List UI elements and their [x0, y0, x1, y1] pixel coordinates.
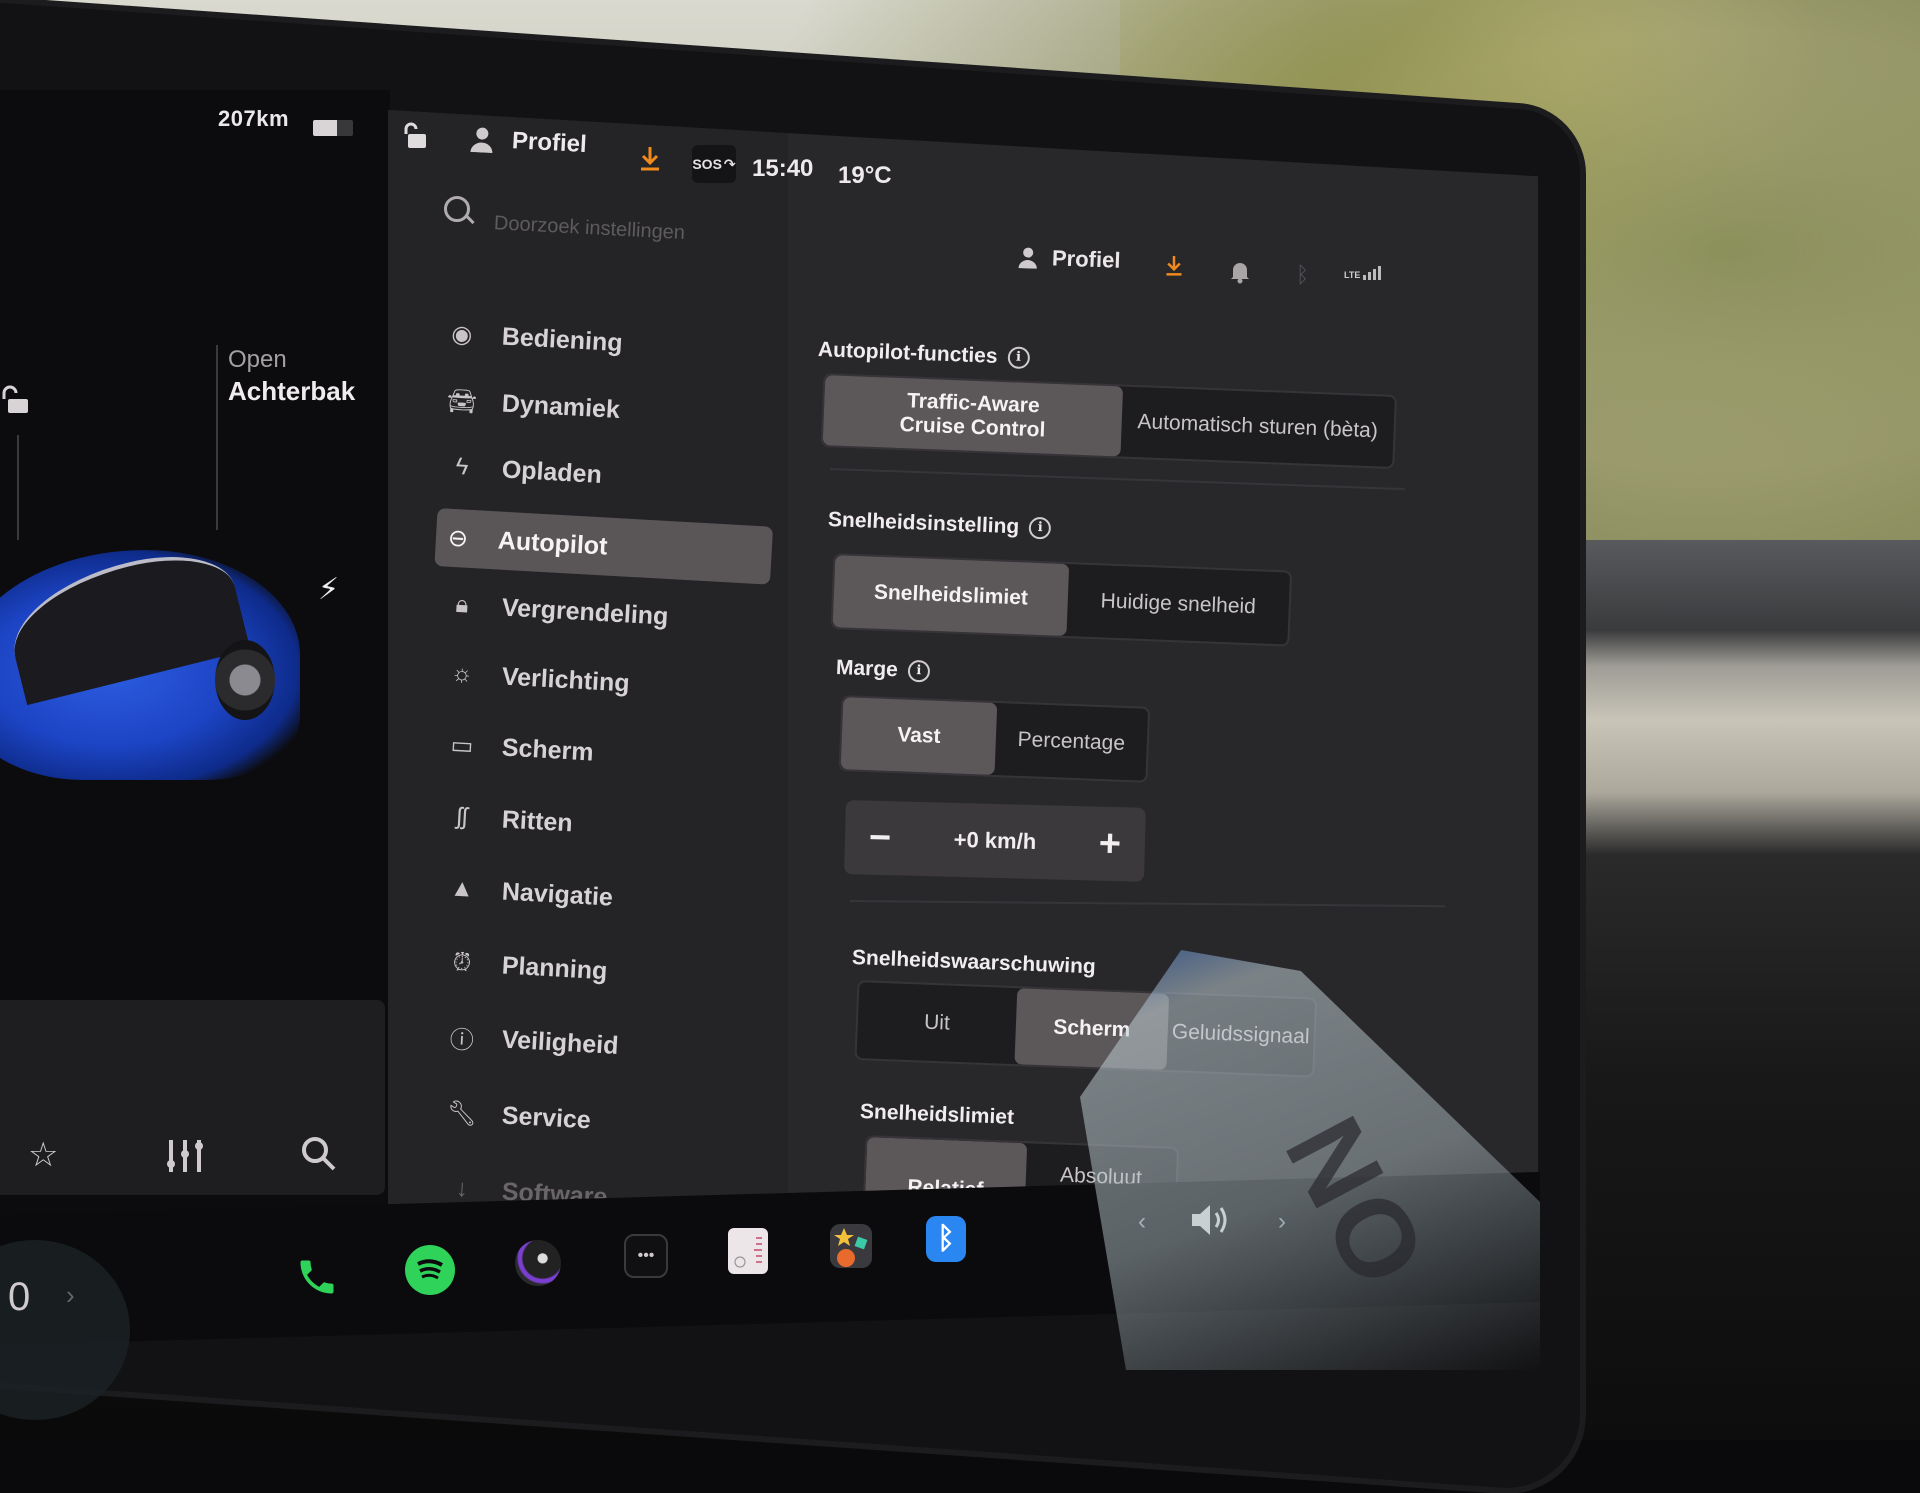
settings-profile-button[interactable]: Profiel	[1018, 244, 1121, 274]
sidebar-item-label: Service	[501, 1100, 592, 1134]
search-icon[interactable]	[444, 196, 470, 222]
option-traffic-aware-cruise-control[interactable]: Traffic-Aware Cruise Control	[822, 375, 1124, 457]
bluetooth-app-icon[interactable]: ᛒ	[926, 1216, 966, 1262]
display-icon: ▭	[449, 731, 475, 760]
volume-icon[interactable]	[1188, 1200, 1234, 1240]
software-update-download-icon[interactable]	[638, 145, 662, 173]
route-icon: ʃʃ	[455, 802, 469, 831]
phone-icon[interactable]	[295, 1255, 339, 1299]
sidebar-item-label: Dynamiek	[501, 388, 621, 424]
info-icon[interactable]: i	[1028, 517, 1052, 541]
clock: 15:40	[752, 155, 814, 182]
star-icon[interactable]: ☆	[28, 1135, 58, 1175]
margin-stepper: − +0 km/h +	[844, 800, 1146, 882]
sidebar-item-label: Verlichting	[501, 661, 631, 698]
sidebar-item-label: Autopilot	[497, 525, 609, 561]
settings-profile-label: Profiel	[1051, 245, 1121, 273]
bluetooth-icon[interactable]: ᛒ	[1296, 262, 1309, 288]
equalizer-icon[interactable]	[165, 1138, 205, 1174]
odometer-value: 0	[8, 1275, 31, 1319]
sidebar-item-label: Vergrendeling	[501, 592, 670, 631]
toggle-icon: ◉	[450, 320, 474, 349]
lightning-icon: ϟ	[454, 452, 470, 481]
option-fixed[interactable]: Vast	[840, 697, 998, 775]
car-wheel	[215, 640, 275, 720]
wrench-icon: 🔧︎	[446, 1098, 478, 1128]
lte-label: LTE	[1344, 270, 1361, 280]
option-percentage[interactable]: Percentage	[995, 703, 1149, 781]
car-icon: 🚘︎	[446, 386, 478, 416]
margin-type-selector: Vast Percentage	[838, 695, 1151, 783]
profile-icon	[470, 127, 493, 154]
phone-curve-icon: ↷	[723, 155, 736, 172]
trunk-name-label: Achterbak	[228, 376, 356, 406]
outside-temperature: 19°C	[838, 162, 892, 189]
margin-value: +0 km/h	[953, 826, 1037, 855]
frunk-unlock-icon[interactable]	[0, 385, 30, 415]
info-icon[interactable]: i	[907, 660, 931, 684]
more-dots-icon: •••	[637, 1247, 655, 1264]
sidebar-item-label: Veiligheid	[501, 1024, 620, 1060]
section-title-text: Marge	[835, 656, 899, 682]
sidebar-item-label: Bediening	[501, 321, 624, 357]
trunk-line	[216, 345, 218, 530]
charge-port-lightning-icon[interactable]: ⚡	[318, 572, 339, 607]
download-icon: ↓	[455, 1174, 469, 1203]
toybox-icon[interactable]	[830, 1224, 872, 1268]
spotify-icon[interactable]	[405, 1245, 455, 1295]
option-speed-limit[interactable]: Snelheidslimiet	[832, 555, 1070, 637]
sos-label: SOS	[692, 156, 722, 172]
touchscreen: 207km Open Achterbak ⚡ ☆ Profiel SOS ↷ 1…	[0, 0, 1920, 1440]
sos-button[interactable]: SOS ↷	[692, 145, 736, 183]
alert-circle-icon: ⓘ	[449, 1026, 475, 1055]
option-chime[interactable]: Geluidssignaal	[1166, 994, 1315, 1076]
decrement-button[interactable]: −	[844, 816, 915, 861]
media-search-icon[interactable]	[300, 1135, 338, 1173]
profile-label: Profiel	[511, 127, 588, 159]
range-readout: 207km	[218, 106, 290, 131]
lte-signal-icon: LTE	[1344, 266, 1382, 280]
calendar-icon[interactable]	[728, 1228, 768, 1274]
option-autosteer-beta[interactable]: Automatisch sturen (bèta)	[1120, 387, 1394, 467]
sun-icon: ☼	[450, 659, 474, 688]
option-display[interactable]: Scherm	[1014, 988, 1170, 1070]
lock-icon: 🔒︎	[454, 590, 470, 619]
sidebar-item-label: Ritten	[501, 804, 574, 837]
navigation-arrow-icon: ▲	[449, 874, 475, 903]
sidebar-item-label: Opladen	[501, 454, 603, 489]
info-icon[interactable]: i	[1007, 346, 1030, 370]
download-icon[interactable]	[1164, 254, 1184, 278]
sidebar-item-label: Navigatie	[501, 876, 614, 912]
chevron-right-icon[interactable]: ›	[66, 1280, 75, 1311]
option-current-speed[interactable]: Huidige snelheid	[1066, 564, 1290, 644]
steering-wheel-icon: ⊖	[447, 524, 469, 553]
sidebar-item-label: Planning	[501, 950, 609, 985]
alarm-clock-icon: ⏰︎	[451, 948, 473, 977]
volume-down-chevron[interactable]: ‹	[1138, 1208, 1146, 1236]
open-trunk-button[interactable]: Open Achterbak	[228, 346, 355, 407]
sidebar-item-label: Scherm	[501, 732, 595, 767]
camera-icon[interactable]	[515, 1240, 561, 1286]
profile-icon	[1018, 247, 1037, 269]
frunk-line	[17, 435, 19, 540]
bell-icon[interactable]	[1230, 260, 1250, 284]
margin-title: Marge i	[836, 656, 931, 684]
lock-open-icon[interactable]	[402, 122, 428, 150]
volume-up-chevron[interactable]: ›	[1278, 1208, 1286, 1236]
battery-icon	[313, 120, 353, 136]
increment-button[interactable]: +	[1074, 822, 1145, 867]
option-off[interactable]: Uit	[857, 982, 1018, 1064]
trunk-action-label: Open	[228, 346, 287, 373]
more-apps-button[interactable]: •••	[624, 1234, 668, 1278]
